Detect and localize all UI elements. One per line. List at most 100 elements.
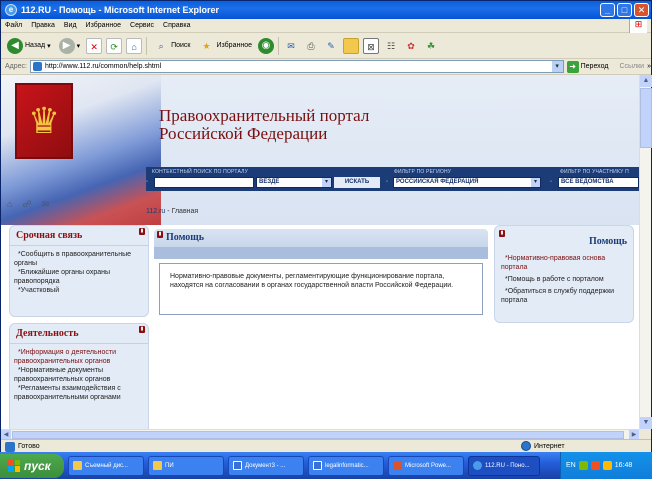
participant-select[interactable]: ВСЕ ВЕДОМСТВА — [558, 177, 639, 188]
forward-button[interactable]: ▶ ▾ — [57, 35, 83, 57]
task-label: Съемный дис... — [85, 462, 129, 469]
links-label[interactable]: Ссылки — [619, 63, 644, 70]
home-icon[interactable]: ⌂ — [7, 199, 12, 210]
search-submit-button[interactable]: ИСКАТЬ — [334, 177, 380, 188]
research-icon[interactable]: ⊠ — [362, 37, 379, 54]
address-input[interactable]: http://www.112.ru/common/help.shtml ▾ — [29, 60, 564, 73]
urgent-link-officer[interactable]: *Участковый — [14, 286, 146, 295]
task-folder[interactable]: ПИ — [148, 455, 224, 476]
urgent-link-nearest[interactable]: *Ближайшие органы охраны правопорядка — [14, 268, 146, 286]
vertical-scrollbar[interactable]: ▲ ▼ — [639, 75, 652, 429]
urgent-contact-heading: Срочная связь — [16, 230, 83, 241]
horizontal-scrollbar[interactable]: ◀ ▶ — [1, 429, 639, 440]
bullet-icon: ◦ — [146, 179, 149, 185]
activity-heading: Деятельность — [16, 328, 79, 339]
task-label: legalinformatic... — [325, 462, 369, 469]
scope-value: ВЕЗДЕ — [259, 179, 280, 185]
ie-icon — [473, 461, 482, 470]
folder-icon[interactable] — [342, 37, 359, 54]
help-panel-text: Нормативно-правовые документы, регламент… — [159, 263, 483, 315]
tray-icon[interactable] — [578, 461, 588, 470]
task-ie-112ru[interactable]: 112.RU - Поно... — [468, 455, 540, 476]
urgent-contact-box: Срочная связь ▮ *Сообщить в правоохранит… — [9, 225, 149, 317]
tray-icon[interactable] — [590, 461, 600, 470]
messenger-icon[interactable]: ☷ — [383, 38, 399, 54]
mail-icon[interactable]: ✉ — [42, 199, 50, 210]
chevron-right-icon[interactable]: » — [647, 63, 651, 70]
edit-icon[interactable]: ✎ — [323, 38, 339, 54]
task-word-document[interactable]: Документ3 - ... — [228, 455, 304, 476]
minimize-button[interactable]: _ — [600, 3, 615, 17]
task-powerpoint[interactable]: Microsoft Powe... — [388, 455, 464, 476]
globe-icon — [521, 441, 531, 451]
drive-icon — [73, 461, 82, 470]
region-select[interactable]: РОССИЙСКАЯ ФЕДЕРАЦИЯ ▾ — [393, 177, 541, 188]
refresh-icon[interactable]: ⟳ — [106, 37, 123, 54]
toolbar-extra-icon[interactable]: ☘ — [423, 38, 439, 54]
security-zone: Интернет — [521, 441, 565, 451]
media-icon[interactable]: ◉ — [257, 37, 274, 54]
stop-icon[interactable]: ✕ — [86, 37, 103, 54]
help-link-legal-basis[interactable]: *Нормативно-правовая основа портала — [501, 254, 629, 272]
msn-icon[interactable]: ✿ — [403, 38, 419, 54]
urgent-link-report[interactable]: *Сообщить в правоохранительные органы — [14, 250, 146, 268]
help-link-support[interactable]: *Обратиться в службу поддержки портала — [501, 287, 629, 305]
close-button[interactable]: ✕ — [634, 3, 649, 17]
menu-tools[interactable]: Сервис — [130, 22, 154, 29]
chevron-down-icon[interactable]: ▾ — [551, 61, 563, 72]
task-label: 112.RU - Поно... — [485, 462, 530, 469]
start-button[interactable]: пуск — [0, 453, 64, 478]
address-label: Адрес: — [5, 63, 27, 70]
context-search-input[interactable] — [154, 177, 254, 188]
participant-value: ВСЕ ВЕДОМСТВА — [561, 179, 614, 185]
activity-link-regulations[interactable]: *Регламенты взаимодействия с правоохрани… — [14, 384, 146, 402]
region-value: РОССИЙСКАЯ ФЕДЕРАЦИЯ — [396, 179, 479, 185]
back-button[interactable]: ◀ Назад ▾ — [5, 35, 53, 57]
scope-select[interactable]: ВЕЗДЕ ▾ — [256, 177, 332, 188]
clock[interactable]: 16:48 — [615, 462, 633, 469]
menu-edit[interactable]: Правка — [31, 22, 55, 29]
help-links-title: Помощь — [589, 236, 627, 247]
favorites-button[interactable]: ★ Избранное — [197, 35, 254, 57]
print-icon[interactable]: ⎙ — [303, 38, 319, 54]
address-bar: Адрес: http://www.112.ru/common/help.sht… — [1, 59, 651, 75]
menu-bar: Файл Правка Вид Избранное Сервис Справка… — [1, 19, 651, 33]
go-label: Переход — [580, 63, 609, 70]
bullet-icon: ◦ — [550, 179, 553, 185]
search-label: Поиск — [171, 42, 191, 49]
help-links-box: ▮ Помощь *Нормативно-правовая основа пор… — [494, 225, 634, 323]
search-button[interactable]: ⌕ Поиск — [151, 35, 192, 57]
activity-link-info[interactable]: *Информация о деятельности правоохраните… — [14, 348, 146, 366]
portal-banner: ♛ Правоохранительный портал Российской Ф… — [1, 75, 639, 225]
chevron-down-icon: ▾ — [322, 178, 331, 187]
hscroll-thumb[interactable] — [12, 431, 624, 439]
start-label: пуск — [24, 458, 51, 473]
language-indicator[interactable]: EN — [566, 462, 576, 469]
scroll-up-icon[interactable]: ▲ — [640, 75, 652, 87]
go-button[interactable]: ➜ Переход — [566, 60, 609, 73]
powerpoint-icon — [393, 461, 402, 470]
sitemap-icon[interactable]: ☍ — [22, 199, 31, 210]
breadcrumb-home[interactable]: 112.ru — [146, 208, 165, 215]
maximize-button[interactable]: □ — [617, 3, 632, 17]
menu-file[interactable]: Файл — [5, 22, 22, 29]
scroll-down-icon[interactable]: ▼ — [640, 417, 652, 429]
help-panel-header: ▮ Помощь — [154, 229, 488, 247]
menu-help[interactable]: Справка — [163, 22, 190, 29]
scroll-thumb[interactable] — [640, 88, 652, 148]
task-removable-disk[interactable]: Съемный дис... — [68, 455, 144, 476]
title-bar[interactable]: e 112.RU - Помощь - Microsoft Internet E… — [1, 1, 651, 19]
task-label: Документ3 - ... — [245, 462, 286, 469]
menu-view[interactable]: Вид — [64, 22, 77, 29]
tray-icon[interactable] — [602, 461, 612, 470]
status-bar: Готово Интернет — [1, 439, 651, 453]
address-url: http://www.112.ru/common/help.shtml — [44, 63, 162, 70]
task-legalinformatics[interactable]: legalinformatic... — [308, 455, 384, 476]
activity-link-docs[interactable]: *Нормативные документы правоохранительны… — [14, 366, 146, 384]
mail-icon[interactable]: ✉ — [283, 38, 299, 54]
toolbar-separator — [146, 36, 148, 55]
home-icon[interactable]: ⌂ — [126, 37, 143, 54]
taskbar: пуск Съемный дис... ПИ Документ3 - ... l… — [0, 452, 652, 479]
menu-favorites[interactable]: Избранное — [86, 22, 121, 29]
help-link-usage[interactable]: *Помощь в работе с порталом — [501, 275, 629, 284]
